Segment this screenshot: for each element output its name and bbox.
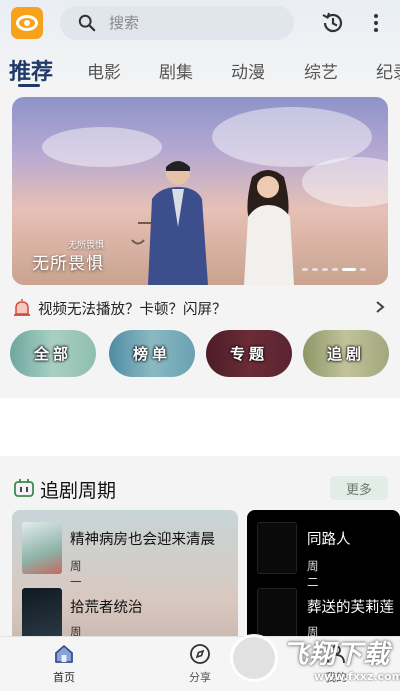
- search-input[interactable]: [109, 14, 279, 32]
- notice-text: 视频无法播放？卡顿？闪屏？: [38, 301, 227, 318]
- schedule-item-title: 葬送的芙莉莲: [307, 600, 394, 616]
- actor-man-image: [148, 161, 208, 285]
- schedule-item-day: 周二: [307, 559, 319, 589]
- tv-calendar-icon: [14, 479, 34, 497]
- tab-anime[interactable]: 动漫: [231, 58, 265, 83]
- schedule-item-title: 同路人: [307, 532, 351, 548]
- chevron-right-icon: [376, 301, 385, 313]
- featured-banner[interactable]: 无所畏惧 无所畏惧: [12, 97, 388, 285]
- alarm-bell-icon: [14, 299, 30, 316]
- nav-home-label: 首页: [53, 671, 75, 684]
- content-spacer: [0, 398, 400, 456]
- category-ranking-button[interactable]: 榜单: [109, 330, 195, 377]
- watermark-brand: 飞翔下载: [282, 640, 391, 670]
- category-tabs: 推荐 电影 剧集 动漫 综艺 纪录: [0, 52, 400, 88]
- playback-help-notice[interactable]: 视频无法播放？卡顿？闪屏？: [12, 296, 388, 320]
- active-tab-indicator: [18, 84, 40, 87]
- watermark-logo: 飞翔下载 www.fxxz.com: [228, 630, 400, 691]
- more-vertical-icon[interactable]: [368, 10, 384, 36]
- compass-icon: [190, 644, 210, 664]
- schedule-section-header: 追剧周期 更多: [0, 466, 400, 506]
- tab-recommend[interactable]: 推荐: [9, 54, 53, 86]
- schedule-title: 追剧周期: [40, 480, 117, 502]
- category-follow-button[interactable]: 追剧: [303, 330, 389, 377]
- tab-movies[interactable]: 电影: [87, 58, 121, 83]
- nav-share-label: 分享: [189, 671, 211, 684]
- home-icon: [55, 645, 73, 663]
- app-screen: 推荐 电影 剧集 动漫 综艺 纪录 无所畏惧 无所畏惧: [0, 0, 400, 691]
- banner-page-indicator: [302, 268, 366, 272]
- tab-variety[interactable]: 综艺: [304, 58, 338, 83]
- category-topics-button[interactable]: 专题: [206, 330, 292, 377]
- search-bar[interactable]: [60, 6, 294, 40]
- category-all-button[interactable]: 全部: [10, 330, 96, 377]
- schedule-item-day: 周一: [70, 559, 82, 589]
- search-icon: [78, 14, 96, 32]
- app-logo-icon[interactable]: [11, 7, 43, 39]
- tab-series[interactable]: 剧集: [159, 58, 193, 83]
- category-shortcuts: 全部 榜单 专题 追剧: [10, 330, 390, 378]
- nav-home[interactable]: 首页: [34, 643, 94, 685]
- history-icon[interactable]: [320, 10, 346, 36]
- banner-title: 无所畏惧: [32, 254, 104, 274]
- nav-share[interactable]: 分享: [170, 643, 230, 685]
- actress-woman-image: [244, 170, 294, 285]
- schedule-more-button[interactable]: 更多: [330, 476, 388, 500]
- tab-documentary[interactable]: 纪录: [376, 58, 400, 83]
- watermark-url: www.fxxz.com: [314, 670, 400, 683]
- watermark-circle-icon: [230, 634, 278, 682]
- schedule-item-title: 精神病房也会迎来清晨: [70, 532, 215, 548]
- schedule-item-title: 拾荒者统治: [70, 600, 143, 616]
